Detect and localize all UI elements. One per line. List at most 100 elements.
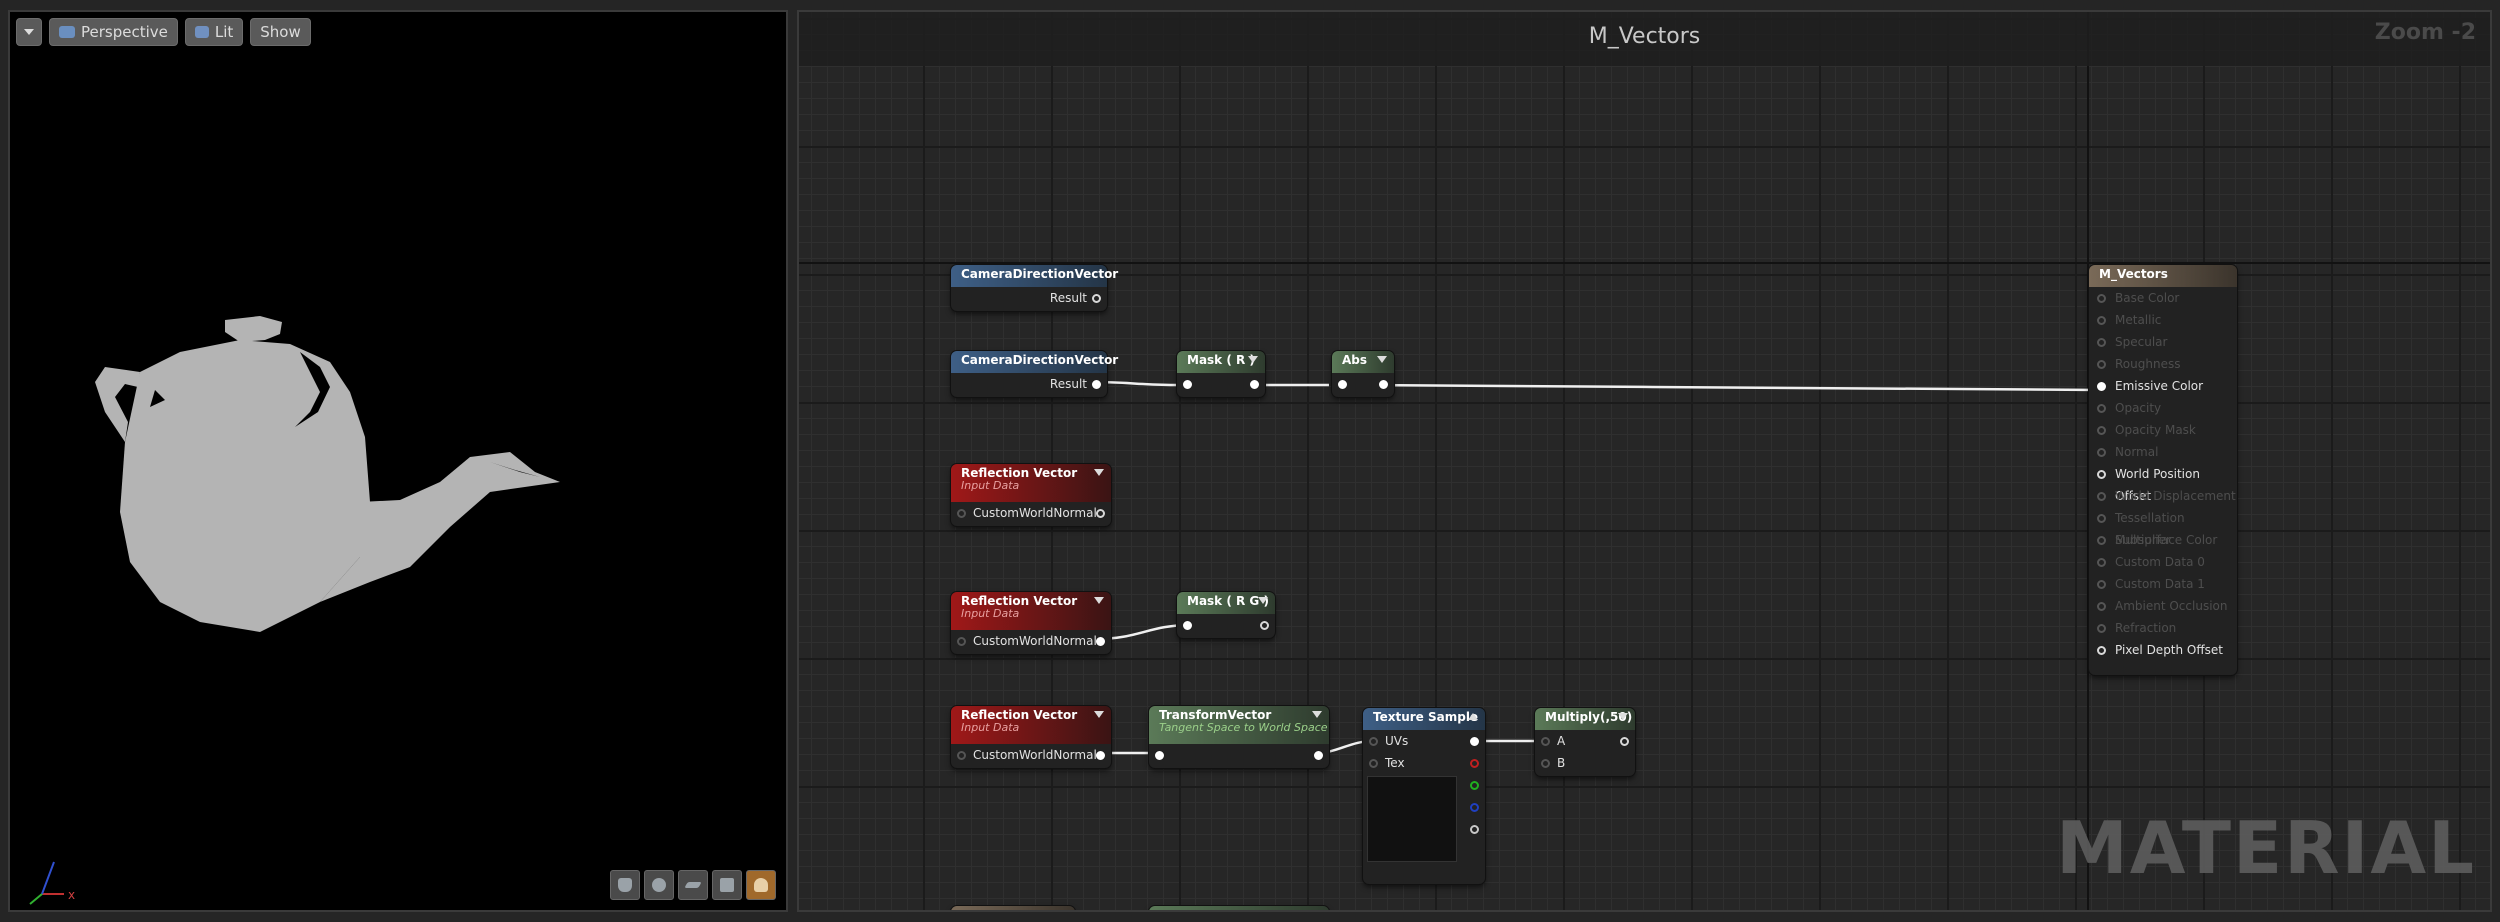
rgb-output-pin[interactable] [1470, 737, 1479, 746]
sphere-preview-button[interactable] [644, 870, 674, 900]
material-input-pin[interactable] [2097, 426, 2106, 435]
output-pin[interactable] [1250, 380, 1259, 389]
node-mask-r[interactable]: Mask ( R ) [1177, 351, 1265, 397]
teapot-preview-mesh [95, 316, 560, 632]
input-pin[interactable] [957, 637, 966, 646]
viewport-menu-button[interactable] [16, 18, 42, 46]
collapse-arrow-icon[interactable] [1248, 356, 1258, 363]
node-header [951, 906, 1075, 910]
material-graph-canvas[interactable]: M_Vectors Zoom -2 CameraDirectionVector … [797, 10, 2492, 912]
node-abs[interactable]: Abs [1332, 351, 1394, 397]
node-mask-rg[interactable]: Mask ( R G ) [1177, 592, 1275, 638]
collapse-arrow-icon[interactable] [1094, 469, 1104, 476]
material-input-row: Base Color [2089, 287, 2237, 309]
b-output-pin[interactable] [1470, 803, 1479, 812]
output-pin[interactable] [1314, 751, 1323, 760]
show-button[interactable]: Show [250, 18, 311, 46]
material-input-pin[interactable] [2097, 404, 2106, 413]
material-input-pin[interactable] [2097, 646, 2106, 655]
node-row-tex: Tex [1363, 752, 1485, 774]
node-camera-direction-1[interactable]: CameraDirectionVector Result [951, 265, 1118, 311]
material-input-pin[interactable] [2097, 448, 2106, 457]
material-input-pin[interactable] [2097, 360, 2106, 369]
node-output-row: Result [951, 373, 1107, 395]
output-pin[interactable] [1092, 294, 1101, 303]
material-input-pin[interactable] [2097, 492, 2106, 501]
material-input-pin[interactable] [2097, 580, 2106, 589]
material-input-pin[interactable] [2097, 514, 2106, 523]
material-input-row: Tessellation Multiplier [2089, 507, 2237, 547]
uvs-label: UVs [1385, 734, 1409, 748]
material-input-row: Custom Data 0 [2089, 551, 2237, 573]
material-input-label: Specular [2115, 335, 2168, 349]
cylinder-preview-button[interactable] [610, 870, 640, 900]
material-input-pin[interactable] [2097, 382, 2106, 391]
node-camera-direction-2[interactable]: CameraDirectionVector Result [951, 351, 1118, 397]
output-pin[interactable] [1379, 380, 1388, 389]
collapse-arrow-icon[interactable] [1094, 597, 1104, 604]
node-header: Reflection Vector Input Data [951, 592, 1111, 630]
cube-preview-button[interactable] [712, 870, 742, 900]
input-pin[interactable] [1183, 621, 1192, 630]
node-reflection-vector-1[interactable]: Reflection Vector Input Data CustomWorldN… [951, 464, 1111, 526]
lit-button[interactable]: Lit [184, 18, 244, 46]
collapse-arrow-icon[interactable] [1312, 711, 1322, 718]
material-input-label: Base Color [2115, 291, 2180, 305]
output-pin[interactable] [1096, 509, 1105, 518]
input-pin[interactable] [1338, 380, 1347, 389]
material-input-pin[interactable] [2097, 294, 2106, 303]
cube-icon [720, 878, 734, 892]
material-input-pin[interactable] [2097, 536, 2106, 545]
material-input-pin[interactable] [2097, 602, 2106, 611]
material-input-row: Specular [2089, 331, 2237, 353]
material-input-pin[interactable] [2097, 558, 2106, 567]
collapse-arrow-icon[interactable] [1618, 713, 1628, 720]
r-output-pin[interactable] [1470, 759, 1479, 768]
collapse-arrow-icon[interactable] [1258, 597, 1268, 604]
output-pin[interactable] [1620, 737, 1629, 746]
preview-viewport[interactable]: Perspective Lit Show x [8, 10, 788, 912]
node-multiply[interactable]: Multiply(,50) A B [1535, 708, 1635, 776]
node-reflection-vector-3[interactable]: Reflection Vector Input Data CustomWorldN… [951, 706, 1111, 768]
collapse-arrow-icon[interactable] [1468, 713, 1478, 720]
uvs-input-pin[interactable] [1369, 737, 1378, 746]
output-pin[interactable] [1096, 751, 1105, 760]
node-texture-sample[interactable]: Texture Sample UVs Tex [1363, 708, 1485, 884]
output-pin[interactable] [1096, 637, 1105, 646]
node-subtitle: Tangent Space to World Space [1159, 721, 1328, 734]
node-title: Mask ( R ) [1187, 353, 1255, 367]
node-reflection-vector-2[interactable]: Reflection Vector Input Data CustomWorldN… [951, 592, 1111, 654]
input-pin[interactable] [1183, 380, 1192, 389]
node-row-a: A [1535, 730, 1635, 752]
output-pin[interactable] [1092, 380, 1101, 389]
input-pin[interactable] [1155, 751, 1164, 760]
g-output-pin[interactable] [1470, 781, 1479, 790]
node-material-result[interactable]: M_Vectors Base Color Metallic Specular Roug… [2089, 265, 2237, 675]
output-pin[interactable] [1260, 621, 1269, 630]
node-partial-bottom-1[interactable] [951, 906, 1075, 910]
node-io-row: CustomWorldNormal [951, 744, 1111, 766]
material-input-label: Pixel Depth Offset [2115, 643, 2223, 657]
material-input-row: Ambient Occlusion [2089, 595, 2237, 617]
a-input-pin[interactable] [1541, 737, 1550, 746]
material-input-pin[interactable] [2097, 316, 2106, 325]
plane-preview-button[interactable] [678, 870, 708, 900]
node-title: Mask ( R G ) [1187, 594, 1269, 608]
input-pin[interactable] [957, 509, 966, 518]
chevron-down-icon [24, 29, 34, 35]
collapse-arrow-icon[interactable] [1377, 356, 1387, 363]
material-input-row: Opacity [2089, 397, 2237, 419]
node-header: Mask ( R G ) [1177, 592, 1275, 614]
tex-input-pin[interactable] [1369, 759, 1378, 768]
material-input-pin[interactable] [2097, 470, 2106, 479]
node-transform-vector[interactable]: TransformVector Tangent Space to World Sp… [1149, 706, 1329, 768]
collapse-arrow-icon[interactable] [1094, 711, 1104, 718]
node-partial-bottom-2[interactable] [1149, 906, 1329, 910]
material-input-pin[interactable] [2097, 624, 2106, 633]
b-input-pin[interactable] [1541, 759, 1550, 768]
a-output-pin[interactable] [1470, 825, 1479, 834]
perspective-button[interactable]: Perspective [49, 18, 178, 46]
teapot-preview-button[interactable] [746, 870, 776, 900]
input-pin[interactable] [957, 751, 966, 760]
material-input-pin[interactable] [2097, 338, 2106, 347]
